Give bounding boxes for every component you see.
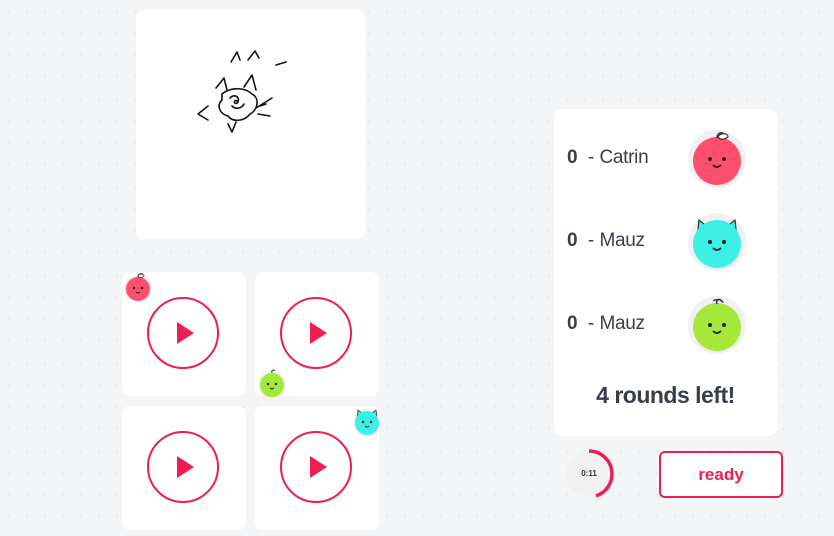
countdown-timer: 0:11 <box>561 446 617 502</box>
play-button[interactable] <box>280 431 352 503</box>
drawing-canvas <box>136 10 365 239</box>
play-button[interactable] <box>147 431 219 503</box>
player-row: 0 - Mauz <box>567 309 645 339</box>
apple-avatar-icon <box>124 273 152 303</box>
scoreboard: 0 - Catrin 0 - Mauz 0 - Mauz 4 rounds le… <box>554 109 777 436</box>
player-name: Mauz <box>599 230 645 251</box>
play-icon <box>310 322 327 344</box>
ready-button[interactable]: ready <box>659 451 783 498</box>
lime-avatar-icon <box>688 296 746 354</box>
cat-avatar-icon <box>688 213 746 271</box>
player-score: 0 <box>567 230 578 251</box>
doodle-drawing <box>197 50 287 133</box>
separator: - <box>582 147 600 168</box>
play-icon <box>310 456 327 478</box>
rounds-left-label: 4 rounds left! <box>596 382 735 408</box>
play-button[interactable] <box>280 297 352 369</box>
player-name: Mauz <box>599 313 645 334</box>
play-button[interactable] <box>147 297 219 369</box>
timer-text: 0:11 <box>581 469 597 478</box>
player-score: 0 <box>567 147 578 168</box>
player-row: 0 - Mauz <box>567 226 645 256</box>
play-icon <box>177 456 194 478</box>
separator: - <box>582 313 600 334</box>
cat-avatar-icon <box>353 409 381 437</box>
separator: - <box>582 230 600 251</box>
player-row: 0 - Catrin <box>567 143 649 173</box>
player-score: 0 <box>567 313 578 334</box>
player-name: Catrin <box>599 147 649 168</box>
play-icon <box>177 322 194 344</box>
drawing-tile-3[interactable] <box>122 406 246 530</box>
apple-avatar-icon <box>688 130 746 188</box>
lime-avatar-icon <box>258 369 286 399</box>
